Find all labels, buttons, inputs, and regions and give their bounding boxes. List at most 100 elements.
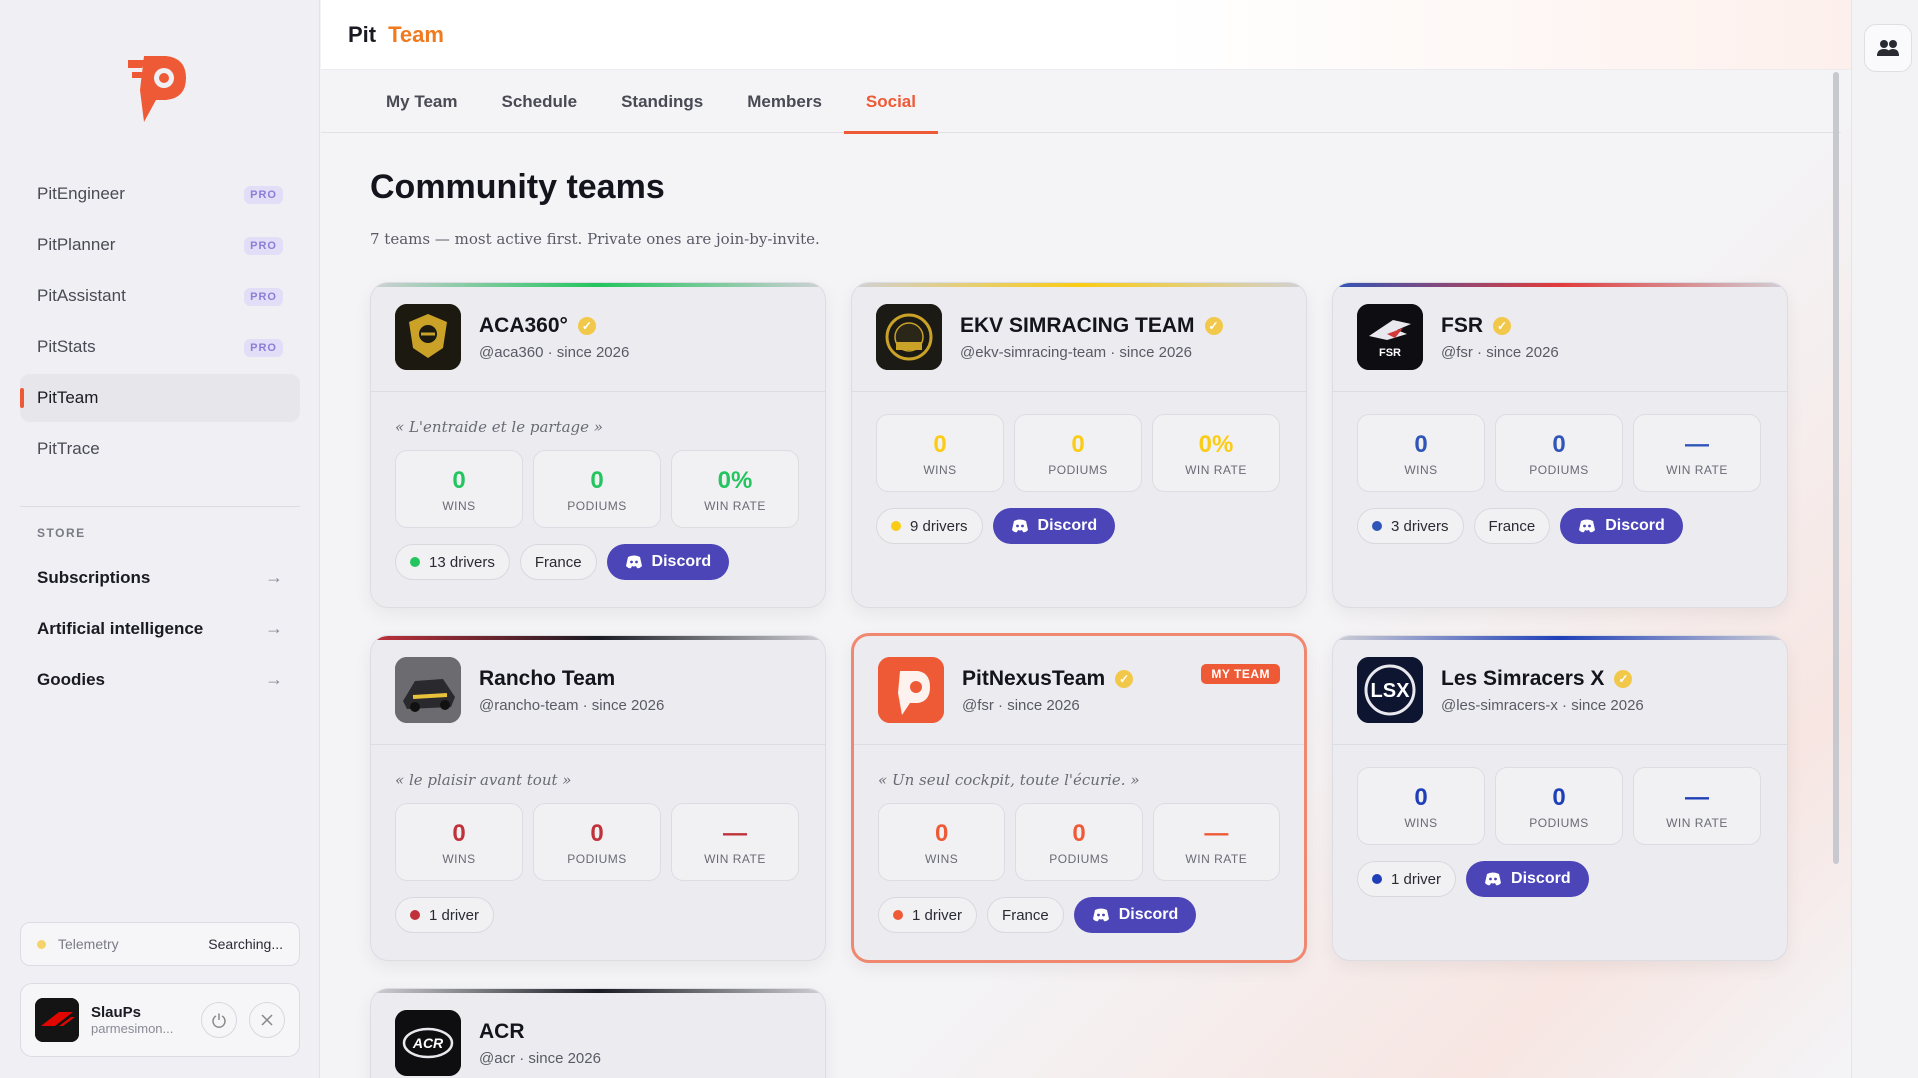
team-name: Rancho Team [479,666,616,690]
discord-button[interactable]: Discord [992,508,1116,544]
close-button[interactable] [249,1002,285,1038]
right-rail [1851,0,1918,1078]
verified-icon: ✓ [1204,316,1223,335]
discord-button[interactable]: Discord [1073,897,1197,933]
store-item-label: Goodies [37,669,106,689]
team-chips: 13 drivers France Discord [371,544,825,580]
sidebar-divider [20,506,300,507]
team-card[interactable]: ACR ACR @acr · since 2026 [370,988,826,1078]
user-email: parmesimon... [91,1021,174,1036]
team-card[interactable]: FSR FSR ✓ @fsr · since 2026 0 WINS 0 PODIUM… [1332,282,1788,608]
store-item-goodies[interactable]: Goodies → [20,654,300,705]
power-button[interactable] [201,1002,237,1038]
stat-win-rate: 0% WIN RATE [1152,414,1280,492]
team-stats: 0 WINS 0 PODIUMS — WIN RATE [1333,414,1787,492]
main-nav: PitEngineer PRO PitPlanner PRO PitAssist… [20,170,300,476]
country-chip: France [1473,508,1551,544]
nav-item-pittrace[interactable]: PitTrace [20,425,300,473]
svg-text:LSX: LSX [1371,680,1411,702]
team-logo-icon [395,657,461,723]
status-dot-icon [893,910,903,920]
nav-item-pitengineer[interactable]: PitEngineer PRO [20,170,300,218]
team-chips: 3 drivers France Discord [1333,508,1787,544]
team-stats: 0 WINS 0 PODIUMS — WIN RATE [1333,767,1787,845]
team-name: Les Simracers X ✓ [1441,667,1644,691]
nav-item-pitstats[interactable]: PitStats PRO [20,323,300,371]
my-team-badge: MY TEAM [1201,664,1280,684]
svg-text:ACR: ACR [412,1035,444,1051]
arrow-right-icon: → [265,567,283,587]
tab-standings[interactable]: Standings [599,70,725,133]
drivers-chip: 1 driver [395,897,495,933]
team-card[interactable]: ACA360° ✓ @aca360 · since 2026 « L'entrai… [370,282,826,608]
store-section-label: STORE [37,526,86,540]
store-item-subscriptions[interactable]: Subscriptions → [20,552,300,603]
discord-button[interactable]: Discord [606,544,730,580]
power-icon [212,1013,226,1028]
tab-schedule[interactable]: Schedule [480,70,600,133]
discord-button[interactable]: Discord [1560,508,1683,544]
drivers-chip: 9 drivers [876,508,983,544]
team-stats: 0 WINS 0 PODIUMS 0% WIN RATE [371,450,825,528]
team-name: PitNexusTeam ✓ [962,667,1134,691]
discord-icon [1485,872,1502,886]
drivers-chip: 1 driver [878,897,978,933]
nav-item-label: PitEngineer [37,184,125,203]
brand-part-2: Team [388,21,444,47]
status-dot-icon [410,557,420,567]
tab-my-team[interactable]: My Team [364,70,480,133]
team-handle: @les-simracers-x · since 2026 [1441,696,1644,714]
team-handle: @acr · since 2026 [479,1049,601,1067]
verified-icon: ✓ [1614,669,1633,688]
nav-item-pitassistant[interactable]: PitAssistant PRO [20,272,300,320]
telemetry-status[interactable]: Telemetry Searching... [20,922,300,966]
pro-badge: PRO [244,186,283,204]
tab-social[interactable]: Social [843,70,939,134]
team-logo-icon [395,304,461,370]
team-card[interactable]: LSX Les Simracers X ✓ @les-simracers-x · … [1332,635,1788,961]
tab-members[interactable]: Members [725,70,844,133]
users-icon [1877,40,1899,56]
nav-item-pitplanner[interactable]: PitPlanner PRO [20,221,300,269]
team-handle: @aca360 · since 2026 [479,343,630,361]
stat-podiums: 0 PODIUMS [533,450,661,528]
store-item-label: Artificial intelligence [37,618,204,638]
team-handle: @rancho-team · since 2026 [479,696,665,714]
pro-badge: PRO [244,339,283,357]
team-stats: 0 WINS 0 PODIUMS 0% WIN RATE [852,414,1306,492]
team-stats: 0 WINS 0 PODIUMS — WIN RATE [371,803,825,881]
country-chip: France [519,544,597,580]
team-card[interactable]: EKV SIMRACING TEAM ✓ @ekv-simracing-team … [851,282,1307,608]
status-dot-icon [37,939,46,949]
scrollbar[interactable] [1833,72,1839,864]
team-members-button[interactable] [1864,24,1912,72]
drivers-chip: 1 driver [1357,861,1457,897]
section-subtitle: 7 teams — most active first. Private one… [370,230,820,248]
store-item-artificial-intelligence[interactable]: Artificial intelligence → [20,603,300,654]
team-name: ACA360° ✓ [479,314,629,338]
card-header: LSX Les Simracers X ✓ @les-simracers-x · … [1333,636,1787,745]
stat-wins: 0 WINS [1357,767,1485,845]
avatar[interactable] [35,998,79,1042]
verified-icon: ✓ [577,316,596,335]
section-title: Community teams [370,168,665,206]
svg-text:FSR: FSR [1379,347,1401,359]
stat-podiums: 0 PODIUMS [1495,767,1623,845]
arrow-right-icon: → [265,669,283,689]
team-chips: 1 driver France Discord [854,897,1304,933]
stat-wins: 0 WINS [876,414,1004,492]
user-info: SlauPs parmesimon... [91,1004,189,1036]
team-name: ACR [479,1019,525,1043]
telemetry-status-text: Searching... [208,936,283,952]
pit-logo-icon[interactable] [126,50,196,122]
team-card[interactable]: Rancho Team @rancho-team · since 2026 « … [370,635,826,961]
card-header: ACR ACR @acr · since 2026 [371,989,825,1078]
country-chip: France [987,897,1064,933]
brand-part-1: Pit [348,21,377,47]
discord-button[interactable]: Discord [1466,861,1589,897]
status-dot-icon [1372,521,1382,531]
team-card-my-team[interactable]: PitNexusTeam ✓ @fsr · since 2026 MY TEAM … [851,633,1307,963]
discord-icon [1092,908,1109,922]
nav-item-pitteam[interactable]: PitTeam [20,374,300,422]
team-motto: « le plaisir avant tout » [395,771,572,789]
